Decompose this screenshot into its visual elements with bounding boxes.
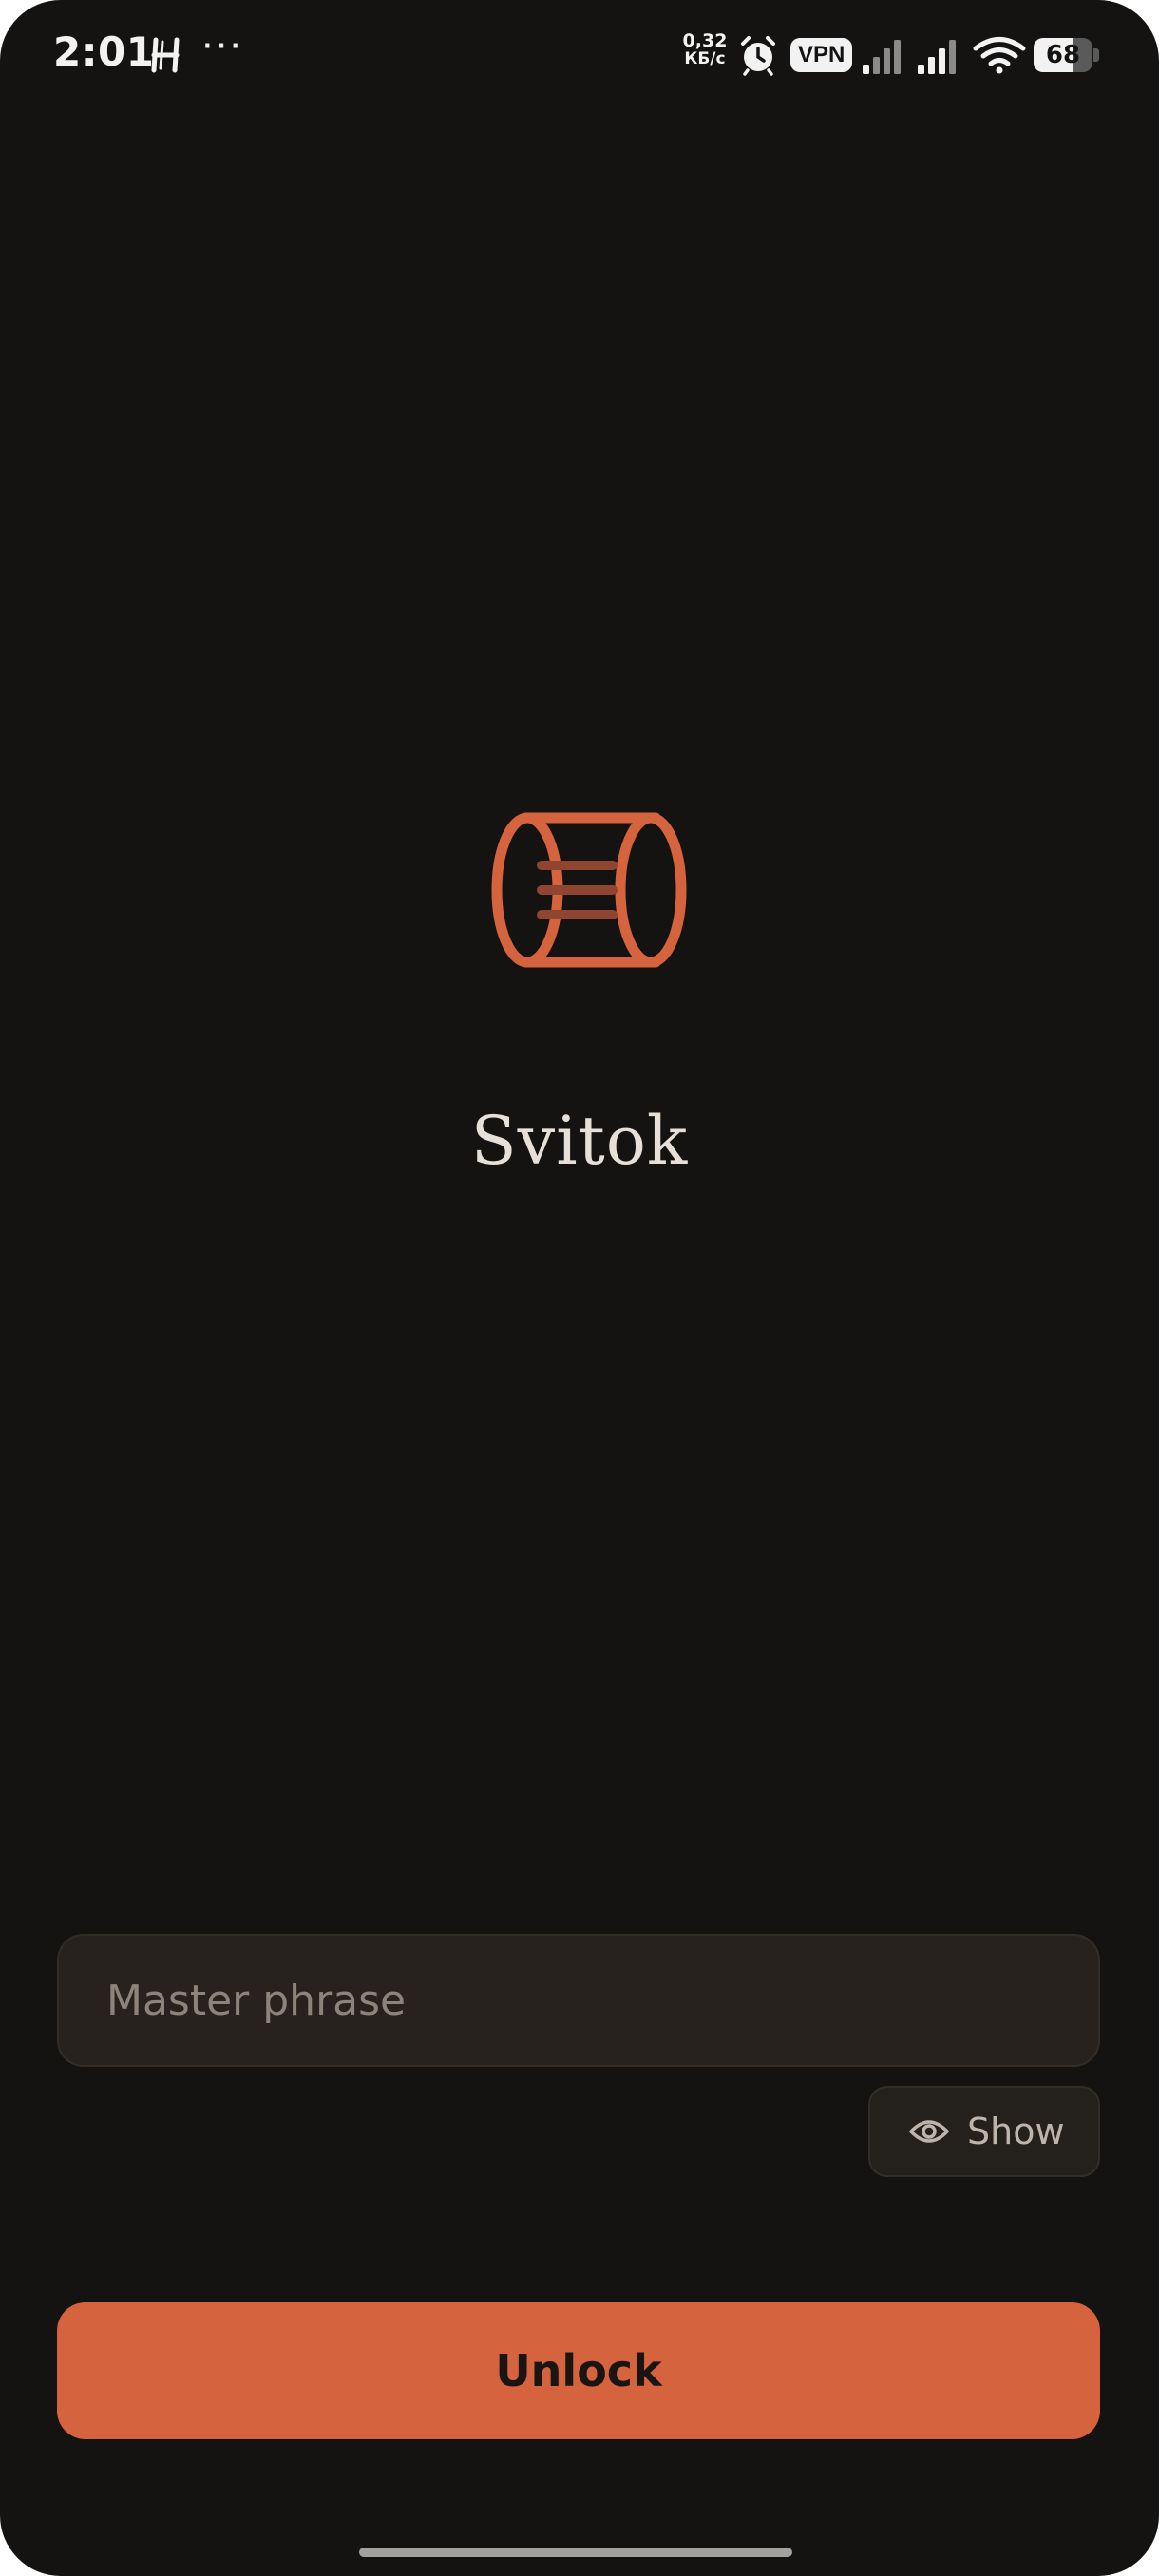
scroll-icon [491,812,687,968]
signal-icon [863,40,901,74]
network-speed-unit: КБ/с [684,48,726,68]
network-speed-value: 0,32 [682,30,728,51]
unlock-button[interactable]: Unlock [57,2302,1100,2439]
home-indicator[interactable] [359,2548,792,2557]
unlock-screen: 2:01 ··· 0,32 КБ/с VPN 68 Svitok Show Un… [0,0,1159,2576]
alarm-icon [741,36,775,76]
master-phrase-input[interactable] [106,1936,1056,2065]
wifi-icon [973,37,1026,74]
battery-icon: 68 [1034,38,1100,72]
app-title: Svitok [470,1102,689,1180]
battery-cap [1093,48,1099,62]
network-speed: 0,32 КБ/с [682,30,728,68]
show-phrase-label: Show [967,2111,1065,2152]
status-bar: 2:01 ··· 0,32 КБ/с VPN 68 [0,0,1159,114]
eye-icon [909,2120,949,2143]
more-notifications-icon: ··· [201,25,244,68]
master-phrase-field[interactable] [57,1934,1100,2067]
status-time: 2:01 [53,28,155,75]
battery-body: 68 [1034,38,1092,72]
signal-icon [918,40,956,74]
battery-percentage: 68 [1045,41,1081,69]
show-phrase-button[interactable]: Show [868,2086,1100,2177]
h-notification-icon [151,37,180,73]
vpn-badge: VPN [790,38,853,72]
